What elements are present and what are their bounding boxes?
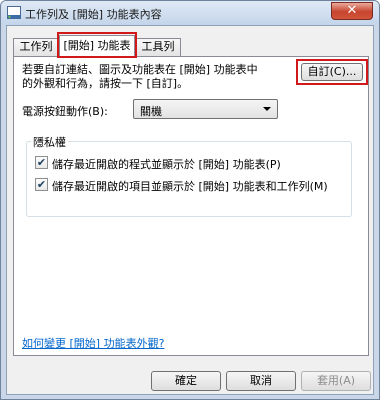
privacy-group-title: 隱私權 <box>31 134 68 150</box>
properties-dialog: 工作列及 [開始] 功能表內容 ✕ 工作列 [開始] 功能表 工具列 若要自訂連… <box>0 0 380 400</box>
power-button-action-value: 關機 <box>140 105 162 118</box>
window-title: 工作列及 [開始] 功能表內容 <box>25 8 162 21</box>
privacy-group: 隱私權 ✔ 儲存最近開啟的程式並顯示於 [開始] 功能表(P) ✔ 儲存最近開啟… <box>26 134 352 217</box>
checkbox-label: 儲存最近開啟的程式並顯示於 [開始] 功能表(P) <box>52 158 281 171</box>
start-menu-panel: 若要自訂連結、圖示及功能表在 [開始] 功能表中 的外觀和行為，請按一下 [自訂… <box>13 56 369 356</box>
dialog-body: 工作列 [開始] 功能表 工具列 若要自訂連結、圖示及功能表在 [開始] 功能表… <box>6 25 374 395</box>
description-text: 若要自訂連結、圖示及功能表在 [開始] 功能表中 的外觀和行為，請按一下 [自訂… <box>22 63 286 91</box>
customize-button[interactable]: 自訂(C)... <box>301 63 363 81</box>
checkbox-recent-programs[interactable]: ✔ <box>35 156 48 169</box>
apply-button[interactable]: 套用(A) <box>301 371 371 391</box>
tab-toolbars[interactable]: 工具列 <box>135 38 181 56</box>
description-line-2: 的外觀和行為，請按一下 [自訂]。 <box>22 77 189 90</box>
power-button-action-select[interactable]: 關機 <box>133 99 278 119</box>
close-button[interactable]: ✕ <box>331 2 373 20</box>
tab-taskbar[interactable]: 工作列 <box>13 38 59 56</box>
description-line-1: 若要自訂連結、圖示及功能表在 [開始] 功能表中 <box>22 63 258 76</box>
chevron-down-icon <box>263 107 271 111</box>
title-bar[interactable]: 工作列及 [開始] 功能表內容 ✕ <box>1 1 379 25</box>
power-button-action-label: 電源按鈕動作(B): <box>22 105 108 118</box>
help-link[interactable]: 如何變更 [開始] 功能表外觀? <box>22 335 164 351</box>
cancel-button[interactable]: 取消 <box>226 371 296 391</box>
tab-start-menu[interactable]: [開始] 功能表 <box>59 35 135 57</box>
checkbox-recent-items[interactable]: ✔ <box>35 178 48 191</box>
ok-button[interactable]: 確定 <box>151 371 221 391</box>
taskbar-properties-icon <box>7 6 21 19</box>
checkbox-label: 儲存最近開啟的項目並顯示於 [開始] 功能表和工作列(M) <box>52 180 328 193</box>
